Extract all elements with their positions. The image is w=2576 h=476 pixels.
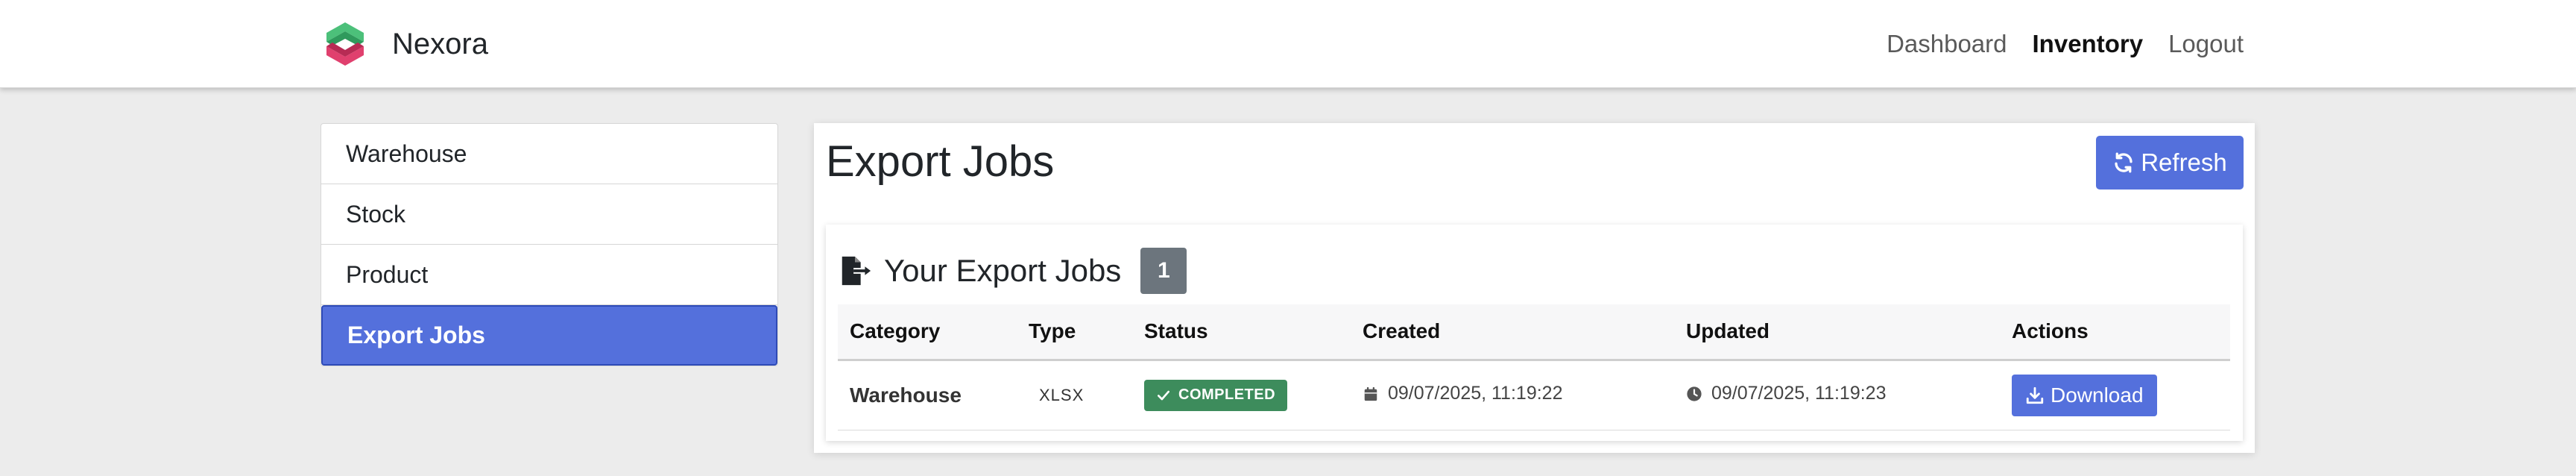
job-count-badge: 1 [1140,248,1187,294]
export-jobs-table: Category Type Status Created Updated Act… [838,304,2230,430]
sidebar-item-export-jobs[interactable]: Export Jobs [321,305,777,366]
sidebar-item-stock[interactable]: Stock [321,184,777,245]
brand-name: Nexora [392,27,488,60]
brand[interactable]: Nexora [321,19,488,69]
panel-title: Your Export Jobs [884,253,1122,288]
sidebar-item-warehouse[interactable]: Warehouse [321,124,777,184]
row-actions: Download [2000,360,2230,430]
updated-value: 09/07/2025, 11:19:23 [1711,383,1887,404]
download-button[interactable]: Download [2012,374,2157,416]
main-card: Export Jobs Refresh Your Export Jobs 1 C… [814,123,2255,453]
table-row: Warehouse XLSX COMPLETED 09/07/2025, 11:… [838,360,2230,430]
col-actions: Actions [2000,304,2230,361]
table-header-row: Category Type Status Created Updated Act… [838,304,2230,361]
nav-dashboard[interactable]: Dashboard [1887,30,2007,58]
nav-logout[interactable]: Logout [2168,30,2244,58]
export-jobs-panel: Your Export Jobs 1 Category Type Status … [826,225,2243,441]
row-type: XLSX [1017,360,1132,430]
created-value: 09/07/2025, 11:19:22 [1388,383,1563,404]
download-icon [2026,386,2044,404]
sidebar-item-product[interactable]: Product [321,245,777,305]
col-type: Type [1017,304,1132,361]
nav-links: Dashboard Inventory Logout [1887,25,2244,63]
refresh-button-label: Refresh [2141,148,2227,176]
col-status: Status [1132,304,1351,361]
refresh-button[interactable]: Refresh [2096,136,2244,190]
row-status: COMPLETED [1132,360,1351,430]
status-badge: COMPLETED [1144,379,1288,411]
sidebar: Warehouse Stock Product Export Jobs [321,123,778,366]
row-created: 09/07/2025, 11:19:22 [1351,360,1674,430]
panel-header: Your Export Jobs 1 [838,247,1187,295]
col-category: Category [838,304,1017,361]
status-label: COMPLETED [1178,386,1276,403]
calendar-icon [1364,386,1377,401]
row-category: Warehouse [838,360,1017,430]
nexora-logo-icon [326,22,364,66]
col-updated: Updated [1674,304,2000,361]
page-title: Export Jobs [826,137,1055,186]
file-export-icon [842,256,871,286]
refresh-icon [2115,152,2133,173]
top-navbar: Nexora Dashboard Inventory Logout [0,0,2576,88]
clock-icon [1687,386,1702,401]
check-icon [1158,390,1169,400]
download-label: Download [2051,383,2144,407]
col-created: Created [1351,304,1674,361]
nav-inventory[interactable]: Inventory [2033,30,2144,58]
row-updated: 09/07/2025, 11:19:23 [1674,360,2000,430]
